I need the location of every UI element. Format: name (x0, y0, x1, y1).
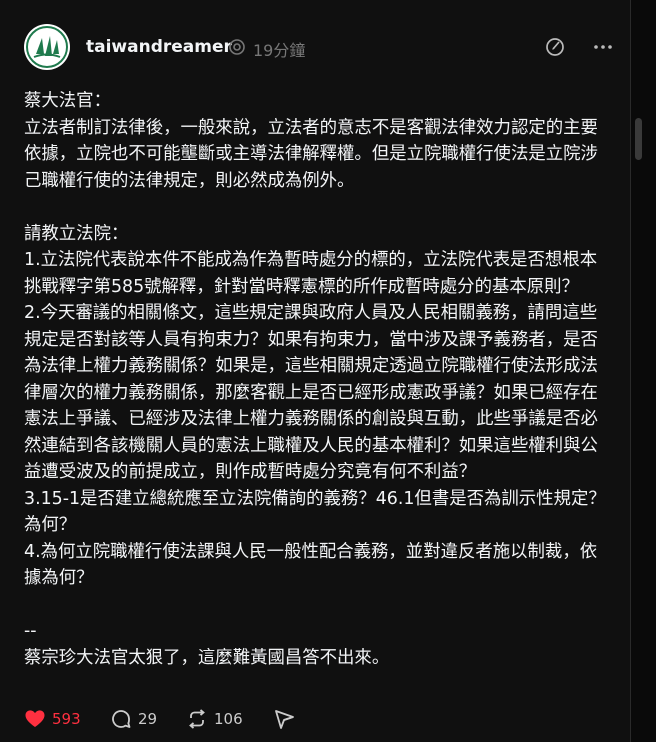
repost-count: 106 (214, 710, 243, 728)
heart-icon (25, 710, 45, 727)
avatar-logo-icon (26, 26, 68, 68)
post-time: 19分鐘 (253, 41, 306, 60)
avatar[interactable] (24, 24, 70, 70)
repost-button[interactable]: 106 (186, 706, 243, 732)
author-name[interactable]: taiwandreamer (86, 37, 232, 57)
like-count: 593 (52, 710, 81, 728)
reply-count: 29 (138, 710, 158, 728)
post-body: 蔡大法官： 立法者制訂法律後，一般來說，立法者的意志不是客觀法律效力認定的主要依… (24, 91, 606, 668)
reply-button[interactable]: 29 (110, 706, 157, 732)
verified-badge-icon (229, 39, 245, 55)
comment-icon (112, 710, 131, 728)
more-icon[interactable] (592, 36, 614, 58)
send-icon (275, 710, 294, 729)
repost-icon (189, 709, 205, 729)
post-actions: 593 29 106 (24, 706, 424, 732)
scrollbar-thumb[interactable] (635, 118, 642, 160)
thread-post: taiwandreamer 19分鐘 蔡大法官： 立法者制訂法律後，一般來說，立… (0, 0, 631, 742)
share-button[interactable] (273, 706, 295, 732)
post-header: taiwandreamer 19分鐘 (24, 24, 630, 72)
like-button[interactable]: 593 (24, 706, 81, 732)
edit-icon[interactable] (544, 36, 566, 58)
scrollbar[interactable] (634, 0, 642, 742)
